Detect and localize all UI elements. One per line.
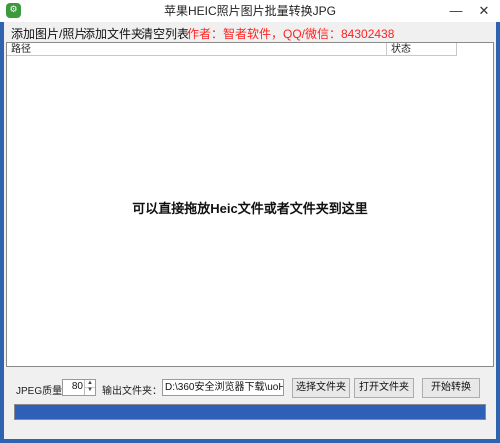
column-header-path[interactable]: 路径 xyxy=(7,43,387,56)
stepper-buttons: ▲ ▼ xyxy=(84,380,95,395)
progress-fill xyxy=(15,405,485,419)
menu-add-images[interactable]: 添加图片/照片 xyxy=(11,25,86,42)
open-folder-button[interactable]: 打开文件夹 xyxy=(354,378,414,398)
window-title: 苹果HEIC照片图片批量转换JPG xyxy=(163,4,336,18)
title-bar[interactable]: ⚙ 苹果HEIC照片图片批量转换JPG — ✕ xyxy=(0,0,500,22)
menu-bar: 添加图片/照片 添加文件夹 清空列表 作者：智者软件，QQ/微信：8430243… xyxy=(4,22,496,42)
minimize-button[interactable]: — xyxy=(442,0,470,22)
stepper-down-icon[interactable]: ▼ xyxy=(85,387,95,394)
client-area: 添加图片/照片 添加文件夹 清空列表 作者：智者软件，QQ/微信：8430243… xyxy=(4,22,496,439)
output-folder-label: 输出文件夹： xyxy=(102,386,162,397)
app-window: ⚙ 苹果HEIC照片图片批量转换JPG — ✕ 添加图片/照片 添加文件夹 清空… xyxy=(0,0,500,443)
output-path-field[interactable]: D:\360安全浏览器下载\uoHEIC xyxy=(162,379,284,396)
app-icon: ⚙ xyxy=(6,3,21,18)
close-button[interactable]: ✕ xyxy=(470,0,498,22)
choose-folder-button[interactable]: 选择文件夹 xyxy=(292,378,350,398)
jpeg-quality-stepper[interactable]: 80 ▲ ▼ xyxy=(62,379,96,396)
file-list[interactable]: 路径 状态 可以直接拖放Heic文件或者文件夹到这里 xyxy=(6,42,494,367)
menu-clear-list[interactable]: 清空列表 xyxy=(141,25,189,42)
progress-bar xyxy=(14,404,486,420)
start-convert-button[interactable]: 开始转换 xyxy=(422,378,480,398)
menu-add-folder[interactable]: 添加文件夹 xyxy=(83,25,143,42)
jpeg-quality-value: 80 xyxy=(71,381,83,392)
drop-hint: 可以直接拖放Heic文件或者文件夹到这里 xyxy=(132,201,368,216)
options-bar: JPEG质量： 80 ▲ ▼ 输出文件夹： D:\360安全浏览器下载\uoHE… xyxy=(4,377,496,399)
column-header-status[interactable]: 状态 xyxy=(387,43,457,56)
author-info: 作者：智者软件，QQ/微信：84302438 xyxy=(187,27,395,41)
